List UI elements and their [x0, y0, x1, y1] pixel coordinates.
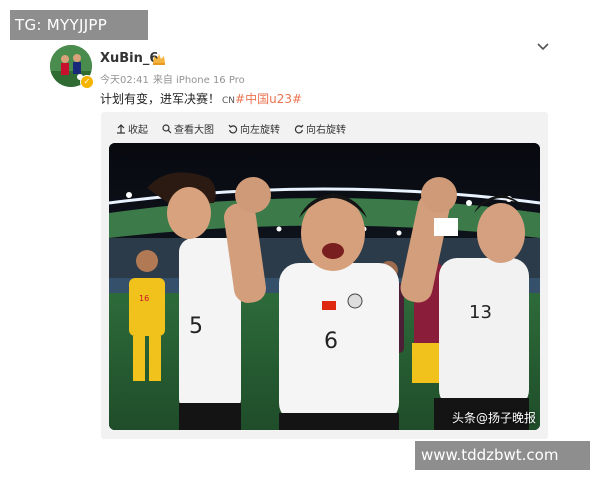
svg-text:16: 16 — [139, 294, 149, 303]
post-timestamp: 今天02:41 — [100, 75, 149, 86]
football-celebration-photo: 16 5 6 13 — [109, 143, 540, 430]
collapse-button[interactable]: 收起 — [116, 121, 148, 136]
rotate-left-button[interactable]: 向左旋转 — [228, 121, 280, 136]
topic-prefix: CN — [222, 96, 236, 106]
svg-text:6: 6 — [324, 329, 338, 354]
collapse-label: 收起 — [128, 125, 148, 136]
site-watermark: www.tddzbwt.com — [415, 441, 590, 470]
svg-text:13: 13 — [469, 302, 492, 323]
post-source: 来自 iPhone 16 Pro — [152, 75, 245, 86]
post-body: 计划有变，进军决赛！ — [100, 92, 221, 106]
rotate-left-label: 向左旋转 — [240, 125, 280, 136]
rotate-right-icon — [294, 124, 304, 133]
username[interactable]: XuBin_6 — [100, 51, 158, 66]
search-icon — [162, 123, 172, 133]
image-toolbar: 收起 查看大图 向左旋转 向右旋转 — [116, 121, 346, 136]
verified-badge-icon: ✓ — [80, 75, 94, 89]
rotate-right-button[interactable]: 向右旋转 — [294, 121, 346, 136]
rotate-right-label: 向右旋转 — [306, 125, 346, 136]
photo-watermark: 头条@扬子晚报 — [451, 411, 536, 425]
chevron-down-icon[interactable] — [536, 42, 550, 52]
post-text: 计划有变，进军决赛！ CN#中国u23# — [100, 90, 302, 107]
topic-link[interactable]: #中国u23# — [235, 92, 302, 106]
rotate-left-icon — [228, 124, 238, 133]
crown-icon — [153, 54, 165, 65]
view-large-button[interactable]: 查看大图 — [162, 121, 214, 136]
tg-watermark: TG: MYYJJPP — [10, 10, 148, 40]
svg-text:5: 5 — [189, 314, 203, 339]
collapse-icon — [117, 123, 125, 134]
post-photo[interactable]: 16 5 6 13 头条@扬子晚报 — [109, 143, 540, 430]
post-meta: 今天02:41 来自 iPhone 16 Pro — [100, 71, 245, 86]
view-large-label: 查看大图 — [174, 125, 214, 136]
